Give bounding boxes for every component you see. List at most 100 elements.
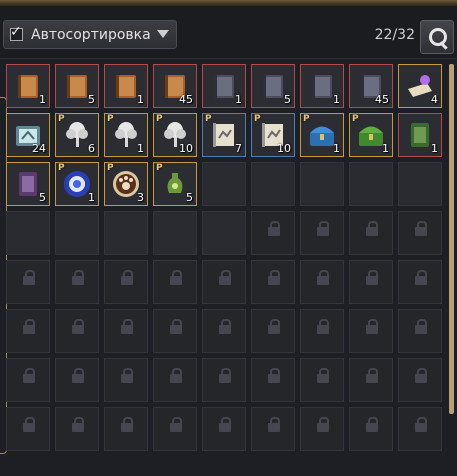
lock-icon bbox=[121, 319, 133, 334]
inventory-slot-locked bbox=[300, 309, 344, 353]
inventory-slot-item[interactable]: P1 bbox=[104, 113, 148, 157]
inventory-slot-locked bbox=[349, 358, 393, 402]
inventory-slot-locked bbox=[202, 358, 246, 402]
lock-icon bbox=[23, 270, 35, 285]
premium-tag: P bbox=[352, 114, 359, 124]
inventory-slot-item[interactable]: P1 bbox=[55, 162, 99, 206]
lock-icon bbox=[415, 270, 427, 285]
inventory-slot-item[interactable]: P1 bbox=[349, 113, 393, 157]
lock-icon bbox=[170, 368, 182, 383]
premium-tag: P bbox=[303, 114, 310, 124]
inventory-slot-item[interactable]: 24 bbox=[6, 113, 50, 157]
lock-icon bbox=[366, 319, 378, 334]
inventory-slot-item[interactable]: 1 bbox=[104, 64, 148, 108]
search-button[interactable] bbox=[420, 20, 454, 54]
inventory-slot-item[interactable]: P7 bbox=[202, 113, 246, 157]
inventory-slot-locked bbox=[300, 407, 344, 451]
auto-sort-dropdown[interactable]: ✓ Автосортировка bbox=[3, 20, 177, 49]
inventory-slot-item[interactable]: 45 bbox=[153, 64, 197, 108]
check-icon: ✓ bbox=[10, 24, 22, 40]
inventory-slot-locked bbox=[104, 407, 148, 451]
inventory-slot-item[interactable]: P5 bbox=[153, 162, 197, 206]
inventory-slot-item[interactable]: 1 bbox=[398, 113, 442, 157]
lock-icon bbox=[23, 368, 35, 383]
inventory-slot-empty[interactable] bbox=[251, 162, 295, 206]
premium-tag: P bbox=[58, 114, 65, 124]
inventory-slot-locked bbox=[202, 407, 246, 451]
inventory-slot-locked bbox=[398, 260, 442, 304]
inventory-slot-empty[interactable] bbox=[398, 162, 442, 206]
item-quantity: 10 bbox=[277, 142, 291, 155]
item-quantity: 4 bbox=[431, 93, 438, 106]
lock-icon bbox=[366, 221, 378, 236]
inventory-slot-item[interactable]: P6 bbox=[55, 113, 99, 157]
inventory-capacity: 22/32 bbox=[374, 27, 415, 43]
inventory-slot-item[interactable]: P3 bbox=[104, 162, 148, 206]
inventory-slot-empty[interactable] bbox=[55, 211, 99, 255]
inventory-slot-empty[interactable] bbox=[202, 162, 246, 206]
inventory-slot-item[interactable]: 5 bbox=[6, 162, 50, 206]
lock-icon bbox=[72, 270, 84, 285]
item-quantity: 1 bbox=[333, 93, 340, 106]
inventory-slot-locked bbox=[55, 309, 99, 353]
auto-sort-checkbox[interactable]: ✓ bbox=[10, 24, 23, 41]
lock-icon bbox=[219, 368, 231, 383]
lock-icon bbox=[268, 417, 280, 432]
premium-tag: P bbox=[107, 163, 114, 173]
item-quantity: 5 bbox=[88, 93, 95, 106]
inventory-slot-item[interactable]: P1 bbox=[300, 113, 344, 157]
inventory-slot-locked bbox=[300, 211, 344, 255]
scrollbar-thumb[interactable] bbox=[449, 64, 454, 414]
inventory-slot-locked bbox=[398, 358, 442, 402]
inventory-slot-item[interactable]: 5 bbox=[55, 64, 99, 108]
inventory-slot-locked bbox=[349, 260, 393, 304]
inventory-slot-locked bbox=[251, 260, 295, 304]
inventory-slot-locked bbox=[6, 309, 50, 353]
inventory-slot-item[interactable]: 45 bbox=[349, 64, 393, 108]
inventory-slot-item[interactable]: P 10 bbox=[153, 113, 197, 157]
inventory-slot-locked bbox=[398, 309, 442, 353]
inventory-slot-locked bbox=[153, 358, 197, 402]
inventory-slot-locked bbox=[300, 358, 344, 402]
inventory-slot-item[interactable]: 1 bbox=[6, 64, 50, 108]
inventory-slot-locked bbox=[251, 407, 295, 451]
inventory-slot-locked bbox=[202, 260, 246, 304]
item-quantity: 1 bbox=[235, 93, 242, 106]
inventory-slot-empty[interactable] bbox=[300, 162, 344, 206]
lock-icon bbox=[268, 221, 280, 236]
lock-icon bbox=[366, 368, 378, 383]
inventory-slot-locked bbox=[104, 309, 148, 353]
inventory-slot-empty[interactable] bbox=[153, 211, 197, 255]
inventory-slot-empty[interactable] bbox=[6, 211, 50, 255]
item-quantity: 10 bbox=[179, 142, 193, 155]
item-quantity: 1 bbox=[333, 142, 340, 155]
inventory-slot-item[interactable]: 4 bbox=[398, 64, 442, 108]
inventory-slot-locked bbox=[398, 211, 442, 255]
inventory-slot-locked bbox=[251, 358, 295, 402]
item-quantity: 7 bbox=[235, 142, 242, 155]
inventory-slot-empty[interactable] bbox=[104, 211, 148, 255]
lock-icon bbox=[72, 319, 84, 334]
premium-tag: P bbox=[156, 114, 163, 124]
inventory-slot-item[interactable]: P 10 bbox=[251, 113, 295, 157]
premium-tag: P bbox=[205, 114, 212, 124]
inventory-slot-item[interactable]: 1 bbox=[300, 64, 344, 108]
lock-icon bbox=[121, 417, 133, 432]
lock-icon bbox=[23, 319, 35, 334]
lock-icon bbox=[317, 417, 329, 432]
inventory-slot-item[interactable]: 5 bbox=[251, 64, 295, 108]
premium-tag: P bbox=[107, 114, 114, 124]
lock-icon bbox=[415, 221, 427, 236]
inventory-slot-empty[interactable] bbox=[202, 211, 246, 255]
inventory-slot-locked bbox=[153, 260, 197, 304]
item-quantity: 45 bbox=[375, 93, 389, 106]
inventory-slot-locked bbox=[349, 211, 393, 255]
inventory-slot-locked bbox=[202, 309, 246, 353]
inventory-slot-empty[interactable] bbox=[349, 162, 393, 206]
lock-icon bbox=[268, 270, 280, 285]
lock-icon bbox=[23, 417, 35, 432]
inventory-slot-locked bbox=[398, 407, 442, 451]
inventory-slot-item[interactable]: 1 bbox=[202, 64, 246, 108]
inventory-slot-locked bbox=[6, 260, 50, 304]
item-quantity: 3 bbox=[137, 191, 144, 204]
